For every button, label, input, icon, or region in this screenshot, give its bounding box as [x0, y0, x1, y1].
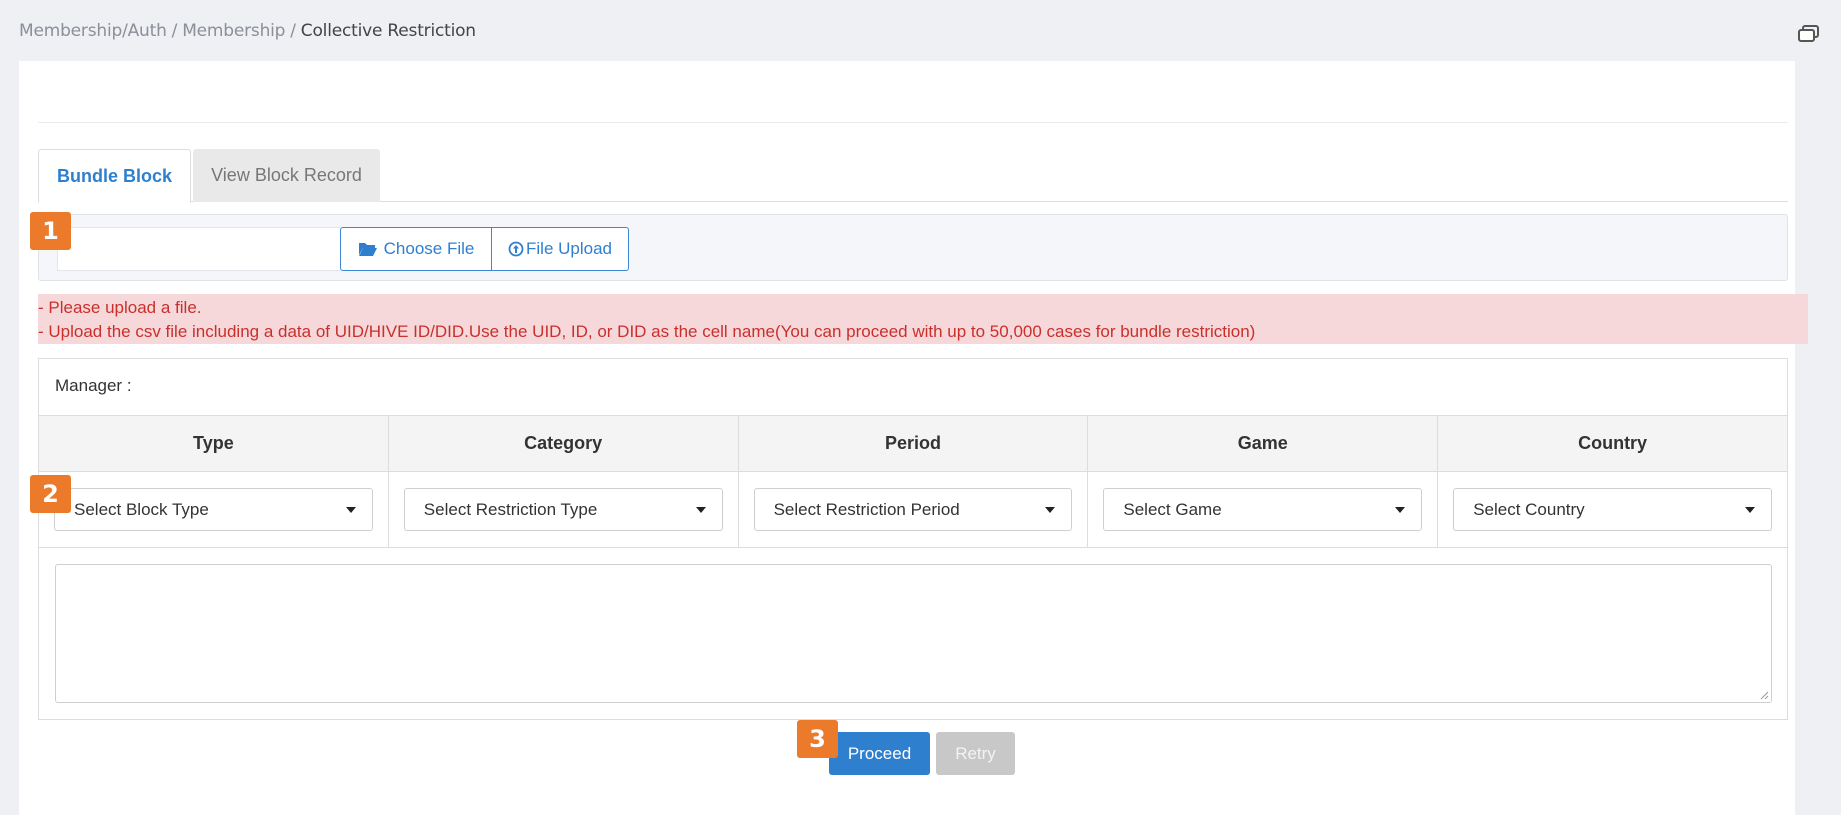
cell-game: Select Game [1088, 472, 1439, 547]
game-select-value: Select Game [1123, 499, 1222, 519]
step-marker-3: 3 [797, 720, 838, 758]
column-header-country: Country [1578, 433, 1648, 453]
cell-category: Select Restriction Type [389, 472, 739, 547]
restriction-type-select-value: Select Restriction Type [423, 499, 598, 519]
country-select[interactable]: Select Country [1453, 488, 1772, 531]
file-upload-label: File Upload [526, 239, 612, 258]
upload-circle-icon [508, 241, 524, 257]
country-select-value: Select Country [1473, 499, 1585, 519]
cell-country: Select Country [1438, 472, 1787, 547]
window-restore-icon[interactable] [1797, 24, 1821, 44]
breadcrumb-separator: / [290, 21, 296, 41]
column-header-game: Game [1088, 416, 1439, 471]
table-header: Type Category Period Game Country [39, 415, 1787, 472]
step-marker-2: 2 [30, 475, 71, 513]
breadcrumb-item-membership-auth[interactable]: Membership/Auth [19, 21, 167, 41]
breadcrumb-current: Collective Restriction [300, 21, 476, 41]
column-header-category: Category [389, 416, 739, 471]
column-header-type: Type [39, 416, 389, 471]
alert-line-1: - Please upload a file. [38, 298, 202, 317]
caret-down-icon [1744, 507, 1755, 513]
caret-down-icon [1045, 507, 1056, 513]
breadcrumb-item-membership[interactable]: Membership [182, 21, 285, 41]
alert-message: - Please upload a file. - Upload the csv… [38, 294, 1808, 344]
block-type-select[interactable]: Select Block Type [54, 488, 373, 531]
content-panel: Bundle Block View Block Record Choose Fi… [19, 61, 1808, 815]
resize-grip-icon[interactable] [1759, 690, 1769, 700]
table-row: Select Block Type Select Restriction Typ… [39, 472, 1787, 548]
choose-file-button[interactable]: Choose File [340, 227, 492, 271]
manager-label: Manager : [55, 376, 132, 395]
file-name-input[interactable] [57, 227, 340, 271]
tab-bundle-block[interactable]: Bundle Block [38, 149, 191, 203]
block-type-select-value: Select Block Type [74, 499, 209, 519]
panel-divider [38, 122, 1788, 123]
step-marker-1: 1 [30, 212, 71, 250]
tab-view-block-record[interactable]: View Block Record [193, 149, 380, 202]
alert-line-2: - Upload the csv file including a data o… [38, 322, 1256, 341]
choose-file-label: Choose File [383, 239, 475, 258]
column-header-period: Period [739, 416, 1089, 471]
cell-period: Select Restriction Period [739, 472, 1089, 547]
proceed-button[interactable]: Proceed [829, 732, 930, 775]
retry-button[interactable]: Retry [936, 732, 1015, 775]
caret-down-icon [1395, 507, 1406, 513]
upload-bar: Choose File File Upload [38, 214, 1788, 281]
tab-bar: Bundle Block View Block Record [38, 149, 1788, 203]
top-bar: Membership/Auth / Membership / Collective Re… [0, 0, 1841, 61]
restriction-period-select[interactable]: Select Restriction Period [753, 488, 1073, 531]
game-select[interactable]: Select Game [1103, 488, 1423, 531]
folder-open-icon [358, 243, 377, 256]
breadcrumb: Membership/Auth / Membership / Collective Re… [19, 21, 476, 41]
restriction-type-select[interactable]: Select Restriction Type [403, 488, 723, 531]
cell-type: Select Block Type [39, 472, 389, 547]
reason-textarea[interactable] [55, 564, 1772, 703]
restriction-form: Manager : Type Category Period Game Coun… [38, 358, 1788, 720]
restriction-period-select-value: Select Restriction Period [773, 499, 960, 519]
breadcrumb-separator: / [171, 21, 178, 41]
caret-down-icon [345, 507, 356, 513]
caret-down-icon [695, 507, 706, 513]
file-upload-button[interactable]: File Upload [491, 227, 629, 271]
